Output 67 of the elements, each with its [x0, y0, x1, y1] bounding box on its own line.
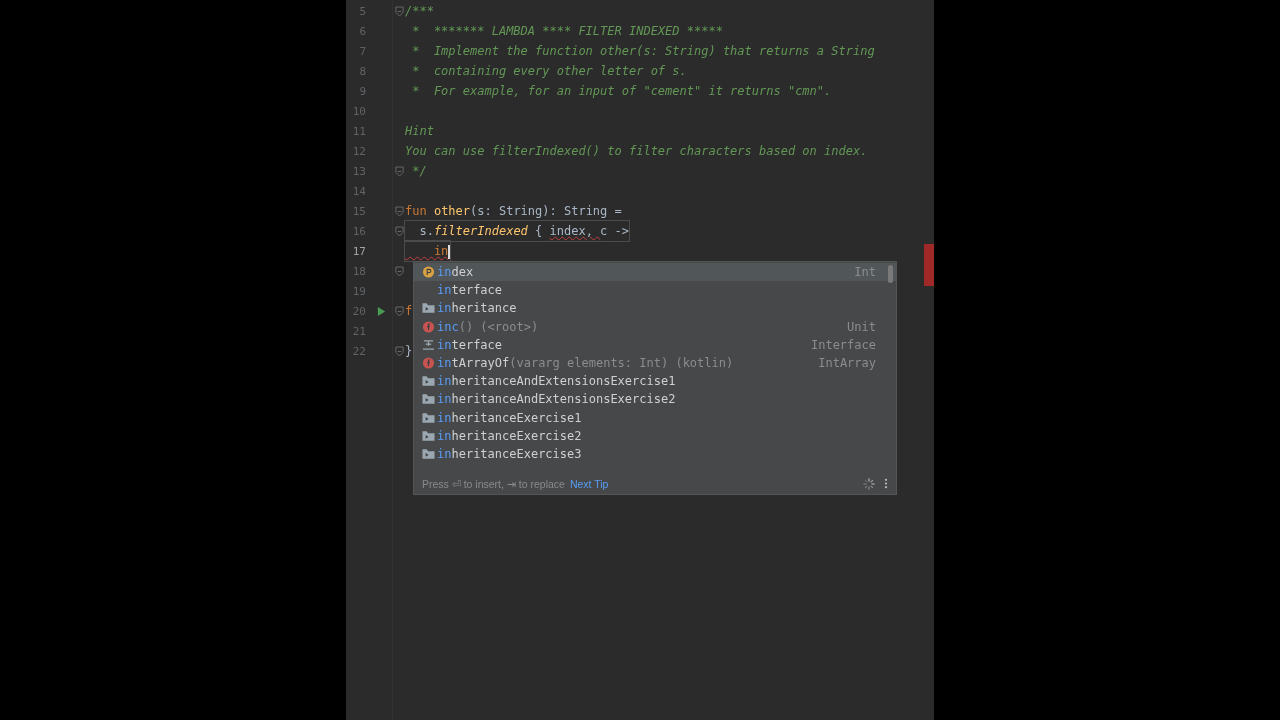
- code-line: /***: [405, 3, 434, 20]
- line-number: 20: [351, 304, 366, 318]
- fold-icon[interactable]: [395, 205, 404, 217]
- line-number: 10: [351, 104, 366, 118]
- completion-item[interactable]: inheritanceAndExtensionsExercise1: [414, 372, 896, 391]
- completion-item[interactable]: interface: [414, 281, 896, 300]
- code-line: * containing every other letter of s.: [411, 63, 687, 80]
- more-icon[interactable]: [884, 478, 888, 489]
- code-line: f: [405, 303, 413, 320]
- folder-icon: [421, 393, 435, 406]
- code-line: Hint: [405, 123, 434, 140]
- code-line: }: [405, 343, 413, 360]
- line-number: 21: [351, 324, 366, 338]
- line-number: 18: [351, 264, 366, 278]
- completion-item[interactable]: intArrayOf(vararg elements: Int) (kotlin) IntArray: [414, 353, 896, 373]
- line-number: 5: [358, 4, 366, 18]
- fold-icon[interactable]: [395, 5, 404, 17]
- template-icon: [421, 338, 435, 351]
- folder-icon: [421, 302, 435, 315]
- fold-icon[interactable]: [395, 345, 404, 357]
- line-number: 15: [351, 204, 366, 218]
- completion-item[interactable]: inheritanceAndExtensionsExercise2: [414, 390, 896, 409]
- scrollbar[interactable]: [888, 265, 893, 283]
- run-icon[interactable]: [376, 305, 386, 317]
- line-number: 6: [358, 24, 366, 38]
- fold-icon[interactable]: [395, 265, 404, 277]
- function-icon: [421, 320, 435, 333]
- line-number: 19: [351, 284, 366, 298]
- folder-icon: [421, 411, 435, 424]
- loading-icon: [863, 477, 875, 490]
- code-line: s.filterIndexed { index, c ->: [405, 221, 629, 241]
- function-icon: [421, 357, 435, 370]
- completion-item[interactable]: index Int: [414, 263, 896, 282]
- next-tip-link[interactable]: Next Tip: [569, 477, 609, 490]
- line-number: 17: [351, 244, 366, 258]
- folder-icon: [421, 447, 435, 460]
- code-line: * Implement the function other(s: String) that returns a String: [411, 43, 875, 60]
- line-number: 12: [351, 144, 366, 158]
- completion-item[interactable]: inheritanceExercise2: [414, 426, 896, 445]
- completion-item[interactable]: interface Interface: [414, 335, 896, 354]
- line-number: 16: [351, 224, 366, 238]
- completion-item[interactable]: inheritanceExercise3: [414, 444, 896, 464]
- completion-item[interactable]: inheritance: [414, 299, 896, 318]
- line-number: 7: [358, 44, 366, 58]
- line-number: 14: [351, 184, 366, 198]
- line-number: 22: [351, 344, 366, 358]
- code-line: */: [411, 163, 427, 180]
- completion-item[interactable]: inc() (<root>) Unit: [414, 317, 896, 336]
- fold-icon[interactable]: [395, 225, 404, 237]
- code-editor[interactable]: [346, 0, 934, 720]
- code-line: fun other(s: String): String =: [405, 203, 622, 220]
- folder-icon: [421, 375, 435, 388]
- folder-icon: [421, 429, 435, 442]
- code-line: * For example, for an input of "cement" it returns "cmn".: [411, 83, 832, 100]
- code-line: * ******* LAMBDA **** FILTER INDEXED *****: [411, 23, 723, 40]
- code-line: You can use filterIndexed() to filter characters based on index.: [405, 143, 868, 160]
- line-number: 9: [358, 84, 366, 98]
- completion-item[interactable]: inheritanceExercise1: [414, 408, 896, 427]
- line-number: 8: [358, 64, 366, 78]
- hint-text: Press ⏎ to insert, ⇥ to replace: [422, 477, 565, 490]
- line-number: 13: [351, 164, 366, 178]
- fold-icon[interactable]: [395, 165, 404, 177]
- parameter-icon: [421, 266, 435, 279]
- error-marker[interactable]: [924, 244, 934, 286]
- fold-icon[interactable]: [395, 305, 404, 317]
- code-line: in: [405, 241, 450, 261]
- line-number: 11: [351, 124, 366, 138]
